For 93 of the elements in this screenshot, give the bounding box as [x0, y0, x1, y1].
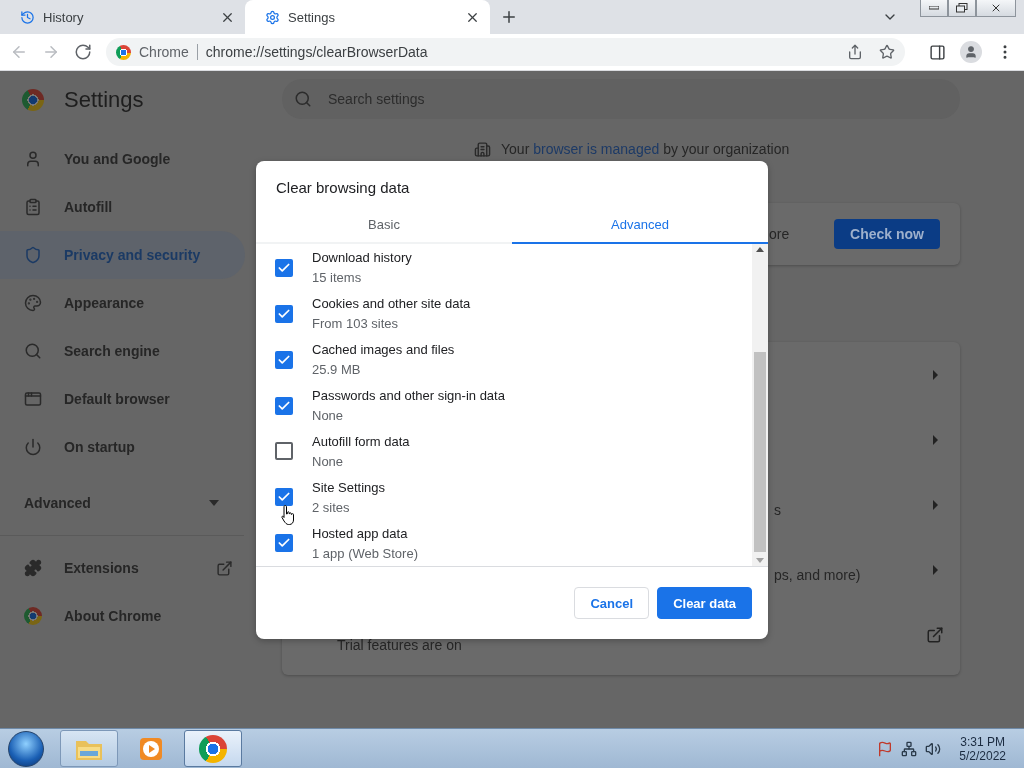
arrow-icon[interactable] — [933, 499, 938, 510]
hand-cursor-icon — [281, 504, 297, 526]
cancel-button[interactable]: Cancel — [574, 587, 650, 619]
managed-notice: Your browser is managed by your organization — [501, 141, 790, 157]
sidebar-item[interactable]: Search engine — [0, 327, 245, 375]
arrow-icon[interactable] — [933, 564, 938, 575]
item-detail: None — [312, 453, 345, 469]
item-detail: From 103 sites — [312, 316, 399, 332]
puzzle-icon — [24, 559, 42, 577]
star-icon[interactable] — [879, 44, 895, 60]
clear-data-button[interactable]: Clear data — [657, 587, 752, 619]
sidebar-item[interactable]: You and Google — [0, 135, 245, 183]
profile-icon[interactable] — [960, 41, 982, 63]
clock[interactable]: 3:31 PM 5/2/2022 — [959, 734, 1006, 763]
search-icon — [24, 342, 42, 360]
browser-tab[interactable]: History — [0, 0, 245, 34]
restore-icon — [956, 3, 968, 13]
scrollbar[interactable] — [752, 244, 768, 566]
external-link-icon[interactable] — [926, 625, 944, 644]
checkbox[interactable] — [275, 396, 293, 415]
checkbox[interactable] — [275, 442, 293, 461]
chrome-logo-icon — [199, 734, 227, 763]
sidebar-item[interactable]: Privacy and security — [0, 231, 245, 279]
sidebar-item[interactable]: About Chrome — [0, 592, 245, 640]
palette-icon — [24, 294, 42, 312]
address-bar[interactable]: Chrome chrome://settings/clearBrowserData — [106, 38, 905, 66]
check-now-button[interactable]: Check now — [834, 219, 940, 249]
search-icon — [294, 90, 312, 108]
sidebar-item[interactable]: Extensions — [0, 544, 245, 592]
sidebar-item[interactable]: On startup — [0, 423, 245, 471]
item-detail: 25.9 MB — [312, 362, 362, 378]
scroll-up-icon[interactable] — [756, 247, 764, 252]
sidebar-item[interactable]: Default browser — [0, 375, 245, 423]
item-detail: 2 sites — [312, 499, 351, 515]
taskbar-app[interactable] — [184, 730, 242, 767]
caret-icon — [209, 500, 219, 506]
dialog-tab[interactable]: Advanced — [512, 206, 768, 244]
chrome-logo-icon — [22, 89, 44, 111]
taskbar-app[interactable] — [60, 730, 118, 767]
minimize-icon — [929, 6, 939, 10]
gear-icon — [265, 9, 280, 25]
item-detail: 1 app (Web Store) — [312, 545, 418, 561]
arrow-icon[interactable] — [933, 369, 938, 380]
shield-icon — [24, 246, 42, 264]
item-detail: None — [312, 408, 345, 423]
flag-icon[interactable] — [877, 740, 894, 757]
checkbox[interactable] — [275, 350, 293, 369]
sidebar-item[interactable]: Appearance — [0, 279, 245, 327]
item-title: Site Settings — [312, 479, 385, 495]
item-title: Cached images and files — [312, 342, 455, 358]
chrome-logo-icon — [24, 607, 42, 625]
site-label: Chrome — [139, 44, 198, 60]
text-fragment: s — [774, 502, 781, 518]
text-fragment: ps, and more) — [774, 567, 861, 583]
media-player-icon — [138, 735, 164, 762]
item-title: Cookies and other site data — [312, 296, 471, 312]
reload-button[interactable] — [74, 43, 92, 61]
advanced-section-toggle[interactable]: Advanced — [0, 479, 245, 527]
browser-tab[interactable]: Settings — [245, 0, 490, 34]
power-icon — [24, 438, 42, 456]
arrow-icon[interactable] — [933, 434, 938, 445]
start-button[interactable] — [8, 730, 44, 767]
dialog-tab[interactable]: Basic — [256, 206, 512, 244]
item-detail: 15 items — [312, 270, 363, 286]
network-icon[interactable] — [901, 740, 918, 757]
close-icon — [990, 2, 1002, 14]
checkbox[interactable] — [275, 534, 293, 553]
new-tab-icon[interactable] — [500, 8, 518, 26]
checkbox[interactable] — [275, 488, 293, 507]
scroll-down-icon[interactable] — [756, 558, 764, 563]
browser-window-icon — [24, 390, 42, 408]
restore-button[interactable] — [948, 0, 976, 17]
row-label: Trial features are on — [337, 637, 462, 653]
checkbox[interactable] — [275, 304, 293, 323]
checkbox[interactable] — [275, 258, 293, 277]
page-title: Settings — [64, 87, 144, 113]
item-title: Download history — [312, 250, 412, 266]
clipboard-icon — [24, 198, 42, 216]
dialog-title: Clear browsing data — [275, 178, 411, 198]
text-fragment: ore — [769, 226, 790, 242]
sidebar-item[interactable]: Autofill — [0, 183, 245, 231]
building-icon — [474, 140, 491, 158]
url-text: chrome://settings/clearBrowserData — [205, 44, 428, 60]
item-title: Hosted app data — [312, 525, 409, 541]
history-icon — [20, 9, 35, 25]
chrome-logo-icon — [116, 44, 131, 60]
volume-icon[interactable] — [925, 740, 942, 757]
item-title: Passwords and other sign-in data — [312, 388, 505, 403]
share-icon[interactable] — [847, 44, 863, 60]
side-panel-icon[interactable] — [929, 43, 946, 61]
person-icon — [24, 150, 42, 168]
item-title: Autofill form data — [312, 433, 410, 449]
managed-link[interactable]: browser is managed — [533, 141, 660, 157]
